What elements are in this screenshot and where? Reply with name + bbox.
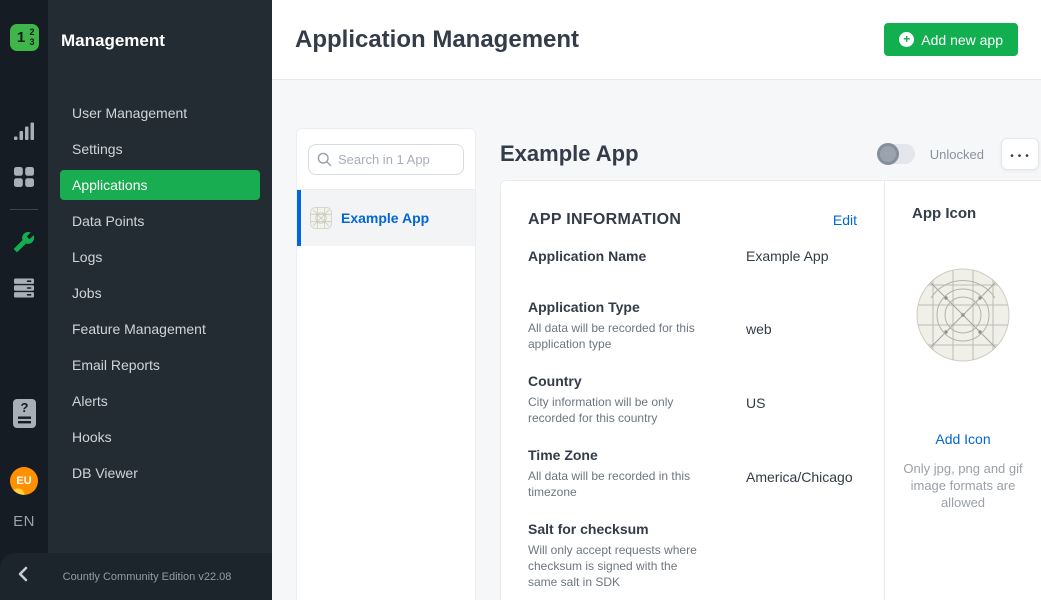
- add-new-app-button[interactable]: Add new app: [884, 23, 1018, 56]
- lock-toggle[interactable]: [878, 144, 915, 164]
- sidebar-item-logs[interactable]: Logs: [60, 242, 260, 272]
- app-mini-icon: [310, 207, 332, 229]
- icon-format-note: Only jpg, png and gif image formats are …: [903, 460, 1023, 511]
- sidebar-item-user-management[interactable]: User Management: [60, 98, 260, 128]
- field-value: web: [746, 298, 857, 352]
- sidebar-item-alerts[interactable]: Alerts: [60, 386, 260, 416]
- edit-link[interactable]: Edit: [833, 212, 857, 228]
- field-application-type: Application Type All data will be record…: [528, 298, 857, 352]
- field-time-zone: Time Zone All data will be recorded in t…: [528, 446, 857, 500]
- app-information-section: APP INFORMATION Edit Application Name Ex…: [501, 181, 884, 600]
- chevron-left-icon: [16, 566, 30, 587]
- section-heading: APP INFORMATION: [528, 211, 833, 229]
- field-country: Country City information will be only re…: [528, 372, 857, 426]
- page-title: Application Management: [295, 26, 884, 54]
- collapse-sidebar-button[interactable]: [0, 566, 46, 587]
- field-value: Example App: [746, 247, 857, 266]
- app-list-item[interactable]: Example App: [297, 190, 475, 246]
- main-area: Application Management Add new app: [272, 0, 1041, 600]
- application-window: 1 23: [0, 0, 1041, 600]
- sidebar-item-settings[interactable]: Settings: [60, 134, 260, 164]
- sidebar-item-hooks[interactable]: Hooks: [60, 422, 260, 452]
- rail-divider: [10, 209, 38, 210]
- content-area: Example App Example App Unlocked: [272, 80, 1041, 600]
- analytics-icon[interactable]: [12, 119, 36, 143]
- app-list-panel: Example App: [296, 128, 476, 600]
- icon-rail: 1 23: [0, 0, 48, 600]
- add-icon-link[interactable]: Add Icon: [935, 431, 990, 447]
- ellipsis-icon: [1010, 147, 1030, 162]
- management-wrench-icon[interactable]: [12, 230, 36, 254]
- sidebar-footer: Countly Community Edition v22.08: [0, 553, 272, 600]
- plus-circle-icon: [899, 32, 914, 47]
- field-value: [746, 520, 857, 590]
- help-icon[interactable]: ?: [12, 401, 36, 425]
- data-server-icon[interactable]: [12, 276, 36, 300]
- app-search: [308, 144, 464, 175]
- sidebar-item-feature-management[interactable]: Feature Management: [60, 314, 260, 344]
- countly-logo[interactable]: 1 23: [10, 24, 39, 51]
- version-label: Countly Community Edition v22.08: [46, 571, 272, 583]
- sidebar-item-jobs[interactable]: Jobs: [60, 278, 260, 308]
- lock-toggle-label: Unlocked: [930, 147, 984, 162]
- app-icon-placeholder: [916, 268, 1010, 367]
- sidebar-item-db-viewer[interactable]: DB Viewer: [60, 458, 260, 488]
- app-detail: Example App Unlocked APP INFORMATION Edi…: [500, 128, 1041, 600]
- field-value: America/Chicago: [746, 446, 857, 500]
- app-info-card: APP INFORMATION Edit Application Name Ex…: [500, 180, 1041, 600]
- management-sidebar: Management User Management Settings Appl…: [48, 0, 272, 600]
- toggle-knob: [877, 143, 899, 165]
- app-icon-section: App Icon: [884, 181, 1041, 600]
- sidebar-item-data-points[interactable]: Data Points: [60, 206, 260, 236]
- magnifier-icon: [317, 152, 332, 167]
- svg-text:?: ?: [20, 400, 28, 415]
- language-selector[interactable]: EN: [13, 513, 35, 530]
- app-title: Example App: [500, 141, 878, 167]
- field-salt-for-checksum: Salt for checksum Will only accept reque…: [528, 520, 857, 590]
- more-options-button[interactable]: [1001, 138, 1039, 170]
- sidebar-menu: User Management Settings Applications Da…: [48, 98, 272, 488]
- page-header: Application Management Add new app: [272, 0, 1041, 80]
- field-application-name: Application Name Example App: [528, 247, 857, 266]
- dashboards-icon[interactable]: [12, 165, 36, 189]
- avatar[interactable]: EU: [10, 467, 38, 495]
- app-item-label: Example App: [341, 210, 429, 226]
- sidebar-item-email-reports[interactable]: Email Reports: [60, 350, 260, 380]
- sidebar-item-applications[interactable]: Applications: [60, 170, 260, 200]
- app-icon-heading: App Icon: [903, 205, 976, 222]
- app-detail-header: Example App Unlocked: [500, 128, 1041, 180]
- sidebar-title: Management: [48, 31, 272, 51]
- field-value: US: [746, 372, 857, 426]
